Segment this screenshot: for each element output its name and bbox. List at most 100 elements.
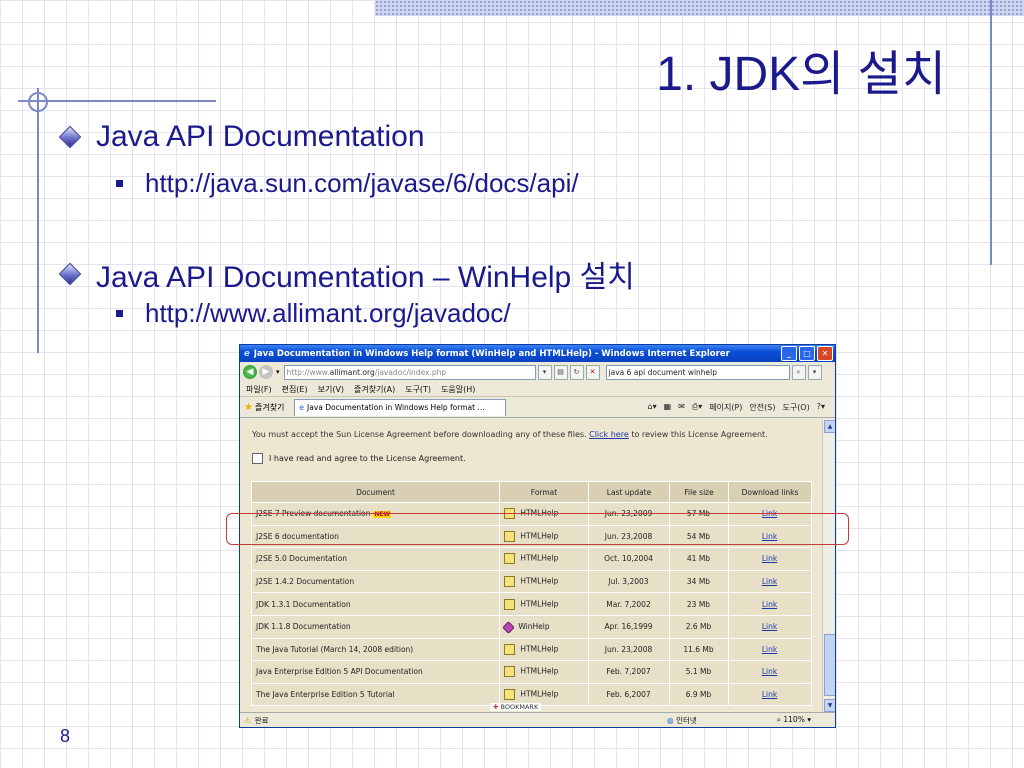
download-link[interactable]: Link xyxy=(762,577,777,586)
page-content: You must accept the Sun License Agreemen… xyxy=(240,419,823,713)
cell-format: HTMLHelp xyxy=(499,569,589,594)
cell-last-update: Feb. 6,2007 xyxy=(588,682,670,707)
menu-favorites[interactable]: 즐겨찾기(A) xyxy=(354,384,395,395)
cell-download: Link xyxy=(728,547,812,571)
feeds-icon[interactable]: ▦ xyxy=(664,402,672,413)
menu-tools[interactable]: 도구(T) xyxy=(405,384,431,395)
search-dropdown-icon[interactable]: ▾ xyxy=(807,364,822,380)
browser-titlebar: e Java Documentation in Windows Help for… xyxy=(240,345,835,362)
htmlhelp-icon xyxy=(504,689,515,701)
cell-download: Link xyxy=(728,682,812,707)
menu-file[interactable]: 파일(F) xyxy=(246,384,272,395)
sub-bullet-link[interactable]: http://www.allimant.org/javadoc/ xyxy=(145,298,511,329)
tab-active[interactable]: e Java Documentation in Windows Help for… xyxy=(294,398,507,416)
license-link[interactable]: Click here xyxy=(589,430,629,439)
search-icon[interactable]: ⌕ xyxy=(791,364,806,380)
document-name: The Java Enterprise Edition 5 Tutorial xyxy=(256,690,395,700)
zoom-value: 110% xyxy=(783,715,805,724)
help-icon[interactable]: ?▾ xyxy=(817,402,825,413)
zone-indicator: ◍ 인터넷 xyxy=(667,715,697,726)
scroll-down-icon[interactable]: ▼ xyxy=(824,699,835,712)
page-menu[interactable]: 페이지(P) xyxy=(709,402,742,413)
sub-bullet-item-1: http://java.sun.com/javase/6/docs/api/ xyxy=(116,168,579,199)
close-button[interactable]: ✕ xyxy=(817,346,833,361)
status-warning-icon: ⚠ xyxy=(244,715,251,725)
address-host: allimant.org xyxy=(329,367,375,377)
nav-dropdown-icon[interactable]: ▾ xyxy=(276,368,280,376)
zoom-control[interactable]: ⌕ 110% ▾ xyxy=(777,715,811,725)
cell-last-update: Jun. 23,2008 xyxy=(588,637,670,662)
cell-document: Java Enterprise Edition 5 API Documentat… xyxy=(251,660,500,684)
address-path: /javadoc/index.php xyxy=(374,367,447,377)
format-name: HTMLHelp xyxy=(520,576,559,586)
cell-download: Link xyxy=(728,569,812,594)
table-row: J2SE 5.0 Documentation HTMLHelp Oct. 10,2… xyxy=(251,547,812,571)
back-button[interactable]: ◀ xyxy=(243,365,257,379)
maximize-button[interactable]: □ xyxy=(799,346,815,361)
cell-download: Link xyxy=(728,614,812,639)
agree-checkbox[interactable] xyxy=(252,453,263,464)
cell-format: HTMLHelp xyxy=(499,637,589,662)
cell-last-update: Mar. 7,2002 xyxy=(588,592,670,616)
home-icon[interactable]: ⌂▾ xyxy=(647,402,656,413)
agree-row: I have read and agree to the License Agr… xyxy=(252,453,466,464)
forward-button[interactable]: ▶ xyxy=(259,365,273,379)
search-input[interactable]: java 6 api document winhelp xyxy=(605,364,790,380)
cell-format: HTMLHelp xyxy=(499,660,589,684)
favorites-button[interactable]: 즐겨찾기 xyxy=(255,402,284,413)
header-file-size: File size xyxy=(669,481,729,503)
cell-download: Link xyxy=(728,592,812,616)
favorites-star-icon[interactable]: ★ xyxy=(244,402,253,413)
htmlhelp-icon xyxy=(504,666,515,678)
bullet-item-1: Java API Documentation xyxy=(58,120,425,154)
menu-edit[interactable]: 편집(E) xyxy=(282,384,308,395)
cell-last-update: Apr. 16,1999 xyxy=(588,614,670,639)
mail-icon[interactable]: ✉ xyxy=(678,402,685,413)
sub-bullet-link[interactable]: http://java.sun.com/javase/6/docs/api/ xyxy=(145,168,579,199)
print-icon[interactable]: ⎙▾ xyxy=(692,402,702,413)
bullet-text: Java API Documentation – WinHelp 설치 xyxy=(96,261,635,294)
refresh-icon[interactable]: ↻ xyxy=(569,364,584,380)
safety-menu[interactable]: 안전(S) xyxy=(749,402,775,413)
slide-title: 1. JDK의 설치 xyxy=(656,48,946,101)
diamond-bullet-icon xyxy=(58,125,82,149)
menu-help[interactable]: 도움말(H) xyxy=(441,384,475,395)
document-name: The Java Tutorial (March 14, 2008 editio… xyxy=(256,644,414,654)
stop-icon[interactable]: ✕ xyxy=(585,364,600,380)
menu-view[interactable]: 보기(V) xyxy=(318,384,344,395)
document-name: JDK 1.3.1 Documentation xyxy=(256,599,351,609)
cell-document: J2SE 5.0 Documentation xyxy=(251,547,500,571)
tab-title: Java Documentation in Windows Help forma… xyxy=(307,403,485,412)
download-link[interactable]: Link xyxy=(762,622,777,631)
htmlhelp-icon xyxy=(504,576,515,588)
format-name: HTMLHelp xyxy=(520,599,559,609)
document-name: J2SE 1.4.2 Documentation xyxy=(256,577,355,587)
vertical-scrollbar[interactable]: ▲ ▼ xyxy=(822,419,835,713)
tab-ie-icon: e xyxy=(299,403,305,412)
download-link[interactable]: Link xyxy=(762,554,777,563)
tools-menu[interactable]: 도구(O) xyxy=(782,402,809,413)
address-bar[interactable]: http://www. allimant.org/javadoc/index.ph… xyxy=(283,364,536,380)
cell-document: JDK 1.1.8 Documentation xyxy=(251,614,500,639)
header-last-update: Last update xyxy=(588,481,670,503)
address-prefix: http://www. xyxy=(286,367,330,377)
scroll-thumb[interactable] xyxy=(824,634,835,696)
address-dropdown-icon[interactable]: ▾ xyxy=(537,364,552,380)
download-link[interactable]: Link xyxy=(762,645,777,654)
bookmark-widget[interactable]: ✚ BOOKMARK xyxy=(490,703,542,711)
tab-bar: ★ 즐겨찾기 e Java Documentation in Windows H… xyxy=(240,397,835,418)
download-link[interactable]: Link xyxy=(762,690,777,699)
globe-icon: ◍ xyxy=(667,715,674,725)
cell-file-size: 41 Mb xyxy=(669,547,729,571)
download-link[interactable]: Link xyxy=(762,600,777,609)
download-link[interactable]: Link xyxy=(762,667,777,676)
zoom-dropdown-icon: ▾ xyxy=(807,715,811,724)
htmlhelp-icon xyxy=(504,598,515,610)
scroll-up-icon[interactable]: ▲ xyxy=(824,420,835,433)
cell-document: The Java Enterprise Edition 5 Tutorial xyxy=(251,682,500,707)
cell-last-update: Jul. 3,2003 xyxy=(588,569,670,594)
compatibility-icon[interactable]: ▤ xyxy=(553,364,568,380)
minimize-button[interactable]: _ xyxy=(781,346,797,361)
cell-file-size: 11.6 Mb xyxy=(669,637,729,662)
format-name: HTMLHelp xyxy=(520,689,559,699)
